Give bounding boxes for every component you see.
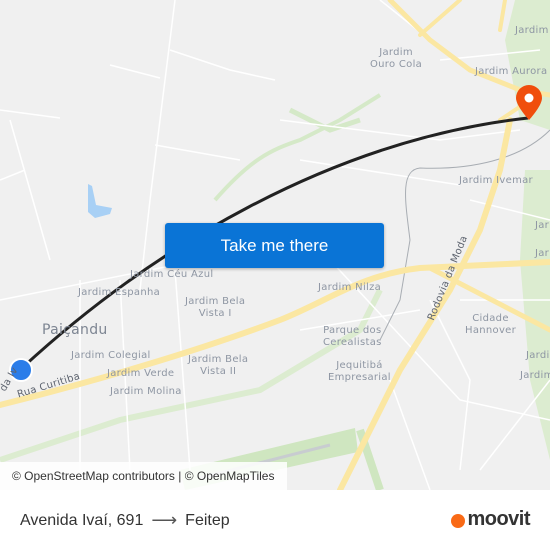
label-jardim-verde: Jardim Verde <box>107 368 175 379</box>
label-jardim-right-2: Jar <box>535 248 550 259</box>
label-paicandu: Paiçandu <box>42 322 108 338</box>
lake <box>88 184 112 218</box>
origin-name: Avenida Ivaí, 691 <box>20 511 144 529</box>
label-jardim-ivemar: Jardim Ivemar <box>459 175 533 186</box>
label-jardim-ceu-azul: Jardim Céu Azul <box>130 269 214 280</box>
label-jardim-aurora: Jardim Aurora <box>475 66 548 77</box>
take-me-there-button[interactable]: Take me there <box>165 223 384 268</box>
arrow-right-icon: ⟶ <box>151 510 178 530</box>
label-jequitiba-empresarial: Jequitibá Empresarial <box>328 360 391 383</box>
label-jardim-colegial: Jardim Colegial <box>71 350 151 361</box>
moovit-logo: moovit <box>451 508 530 531</box>
label-parque-dos-cerealistas: Parque dos Cerealistas <box>323 325 382 348</box>
label-jardim-ouro-cola: Jardim Ouro Cola <box>370 47 423 70</box>
map[interactable]: Jardim Ouro Cola Jardim Jardim Aurora Ja… <box>0 0 550 490</box>
label-jardim-espanha: Jardim Espanha <box>78 287 161 298</box>
label-jardim-nilza: Jardim Nilza <box>318 282 382 293</box>
label-jardim-bela-vista-2: Jardim Bela Vista II <box>188 354 249 377</box>
label-jardim-right-3: Jardi <box>526 350 550 361</box>
route-title: Avenida Ivaí, 691 ⟶ Feitep <box>20 510 230 531</box>
moovit-wordmark: moovit <box>467 508 530 530</box>
label-jardim-molina: Jardim Molina <box>110 386 182 397</box>
destination-name: Feitep <box>185 511 230 529</box>
label-jardim-bela-vista-1: Jardim Bela Vista I <box>185 296 246 319</box>
label-jardim-right-4: Jardim <box>520 370 550 381</box>
label-jardim-top-right: Jardim <box>515 25 549 36</box>
moovit-pin-icon <box>451 513 466 528</box>
label-jardim-right-1: Jar <box>535 220 550 231</box>
label-cidade-hannover: Cidade Hannover <box>465 313 517 336</box>
map-attribution[interactable]: © OpenStreetMap contributors | © OpenMap… <box>0 462 287 490</box>
